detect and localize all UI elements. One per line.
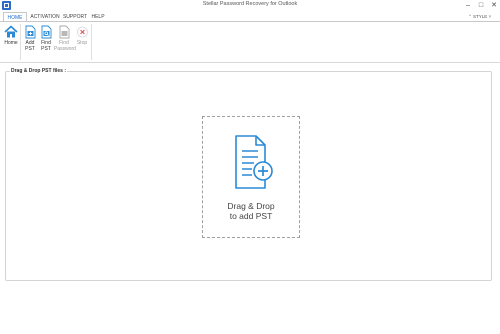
find-password-label: Find Password — [54, 40, 76, 52]
home-button[interactable]: Home — [3, 25, 19, 46]
add-pst-button[interactable]: Add PST — [22, 25, 38, 52]
title-bar: Stellar Password Recovery for Outlook – … — [0, 0, 500, 12]
drop-line-1: Drag & Drop — [227, 201, 275, 211]
app-window: Stellar Password Recovery for Outlook – … — [0, 0, 500, 334]
stop-label: Stop — [76, 40, 88, 46]
file-add-icon — [235, 135, 273, 189]
find-file-icon — [41, 25, 51, 39]
key-file-icon — [59, 25, 69, 39]
add-file-icon — [25, 25, 35, 39]
ribbon-separator — [91, 24, 92, 60]
add-pst-label: Add PST — [25, 40, 35, 52]
drop-instructions: Drag & Drop to add PST — [203, 201, 299, 221]
house-icon — [4, 25, 18, 38]
main-content: Drag & Drop PST files : Drag & Drop to a… — [0, 64, 500, 334]
find-pst-label: Find PST — [41, 40, 51, 52]
window-title: Stellar Password Recovery for Outlook — [202, 1, 298, 7]
close-button[interactable]: ✕ — [489, 1, 499, 10]
stop-icon — [76, 26, 88, 38]
drop-zone[interactable]: Drag & Drop to add PST — [202, 116, 300, 238]
maximize-button[interactable]: □ — [476, 1, 486, 10]
stop-button[interactable]: Stop — [75, 25, 89, 46]
drop-line-2: to add PST — [229, 211, 273, 221]
panel-legend: Drag & Drop PST files : — [10, 68, 68, 74]
drag-drop-panel: Drag & Drop PST files : Drag & Drop to a… — [5, 68, 492, 281]
find-password-button[interactable]: Find Password — [54, 25, 76, 52]
home-label: Home — [4, 40, 18, 46]
ribbon: Home Add PST Find PST Find Password Stop — [0, 21, 500, 63]
ribbon-separator — [20, 24, 21, 60]
find-pst-button[interactable]: Find PST — [38, 25, 54, 52]
minimize-button[interactable]: – — [463, 1, 473, 10]
